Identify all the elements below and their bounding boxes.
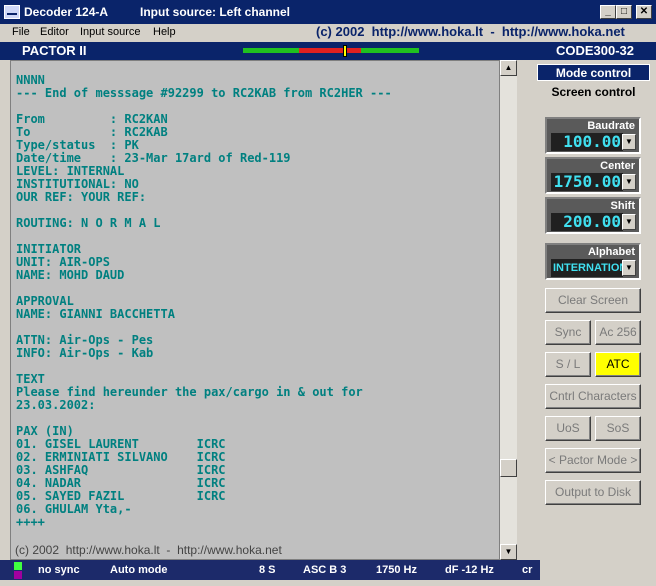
title-bar: Decoder 124-A Input source: Left channel…: [0, 0, 656, 24]
center-value[interactable]: 1750.00: [551, 173, 623, 191]
ac256-button[interactable]: Ac 256: [595, 320, 641, 345]
alphabet-select[interactable]: INTERNATION: [551, 259, 623, 277]
alphabet-dropdown-icon[interactable]: ▼: [622, 260, 636, 276]
status-asc: ASC B 3: [303, 564, 347, 576]
status-bar: no sync Auto mode 8 S ASC B 3 1750 Hz dF…: [0, 560, 540, 580]
sl-button[interactable]: S / L: [545, 352, 591, 377]
baudrate-dropdown-icon[interactable]: ▼: [622, 134, 636, 150]
screen-control-tab[interactable]: Screen control: [537, 84, 650, 101]
clear-screen-button[interactable]: Clear Screen: [545, 288, 641, 313]
tuner-seg-right: [361, 48, 419, 53]
shift-box: Shift 200.00 ▼: [545, 197, 641, 234]
center-box: Center 1750.00 ▼: [545, 157, 641, 194]
vertical-scrollbar[interactable]: ▲ ▼: [500, 60, 517, 560]
window-subtitle: Input source: Left channel: [140, 5, 291, 19]
tuning-indicator: [243, 45, 419, 57]
shift-label: Shift: [610, 200, 635, 212]
baudrate-value[interactable]: 100.00: [551, 133, 623, 151]
app-icon[interactable]: [4, 5, 20, 19]
atc-button[interactable]: ATC: [595, 352, 641, 377]
menu-file[interactable]: File: [12, 26, 30, 38]
status-delta-frequency: dF -12 Hz: [445, 564, 494, 576]
uos-button[interactable]: UoS: [545, 416, 591, 441]
baudrate-box: Baudrate 100.00 ▼: [545, 117, 641, 154]
sync-button[interactable]: Sync: [545, 320, 591, 345]
maximize-icon[interactable]: □: [616, 5, 632, 19]
tuner-seg-red-left: [299, 48, 343, 53]
baudrate-label: Baudrate: [587, 120, 635, 132]
shift-value[interactable]: 200.00: [551, 213, 623, 231]
status-frequency: 1750 Hz: [376, 564, 417, 576]
close-icon[interactable]: ✕: [636, 5, 652, 19]
alphabet-box: Alphabet INTERNATION ▼: [545, 243, 641, 280]
minimize-icon[interactable]: _: [600, 5, 616, 19]
screen-footer: (c) 2002 http://www.hoka.lt - http://www…: [15, 543, 282, 557]
tuner-seg-red-right: [347, 48, 361, 53]
control-characters-button[interactable]: Cntrl Characters: [545, 384, 641, 409]
mode-control-tab[interactable]: Mode control: [537, 64, 650, 81]
status-cr: cr: [522, 564, 533, 576]
menu-editor[interactable]: Editor: [40, 26, 69, 38]
screen-text: NNNN --- End of messsage #92299 to RC2KA…: [16, 73, 392, 529]
sos-button[interactable]: SoS: [595, 416, 641, 441]
center-label: Center: [600, 160, 635, 172]
alphabet-label: Alphabet: [587, 246, 635, 258]
menu-input-source[interactable]: Input source: [80, 26, 141, 38]
tuner-cursor: [343, 45, 347, 57]
status-sync: no sync: [38, 564, 80, 576]
scroll-down-icon[interactable]: ▼: [500, 544, 517, 560]
decoder-screen[interactable]: NNNN --- End of messsage #92299 to RC2KA…: [10, 60, 500, 560]
control-panel: Mode control Screen control Baudrate 100…: [537, 60, 652, 565]
sync-indicator-icon: [14, 562, 22, 570]
status-speed: 8 S: [259, 564, 276, 576]
menu-help[interactable]: Help: [153, 26, 176, 38]
code-name: CODE300-32: [555, 43, 634, 58]
center-dropdown-icon[interactable]: ▼: [622, 174, 636, 190]
window-title: Decoder 124-A: [24, 5, 109, 19]
signal-indicator-icon: [14, 571, 22, 579]
copyright-watermark: (c) 2002 http://www.hoka.lt - http://www…: [316, 24, 625, 39]
pactor-mode-button[interactable]: < Pactor Mode >: [545, 448, 641, 473]
scroll-up-icon[interactable]: ▲: [500, 60, 517, 76]
shift-dropdown-icon[interactable]: ▼: [622, 214, 636, 230]
tuner-seg-left: [243, 48, 299, 53]
scroll-thumb[interactable]: [500, 459, 517, 477]
status-mode: Auto mode: [110, 564, 168, 576]
output-to-disk-button[interactable]: Output to Disk: [545, 480, 641, 505]
mode-name: PACTOR II: [22, 43, 87, 58]
